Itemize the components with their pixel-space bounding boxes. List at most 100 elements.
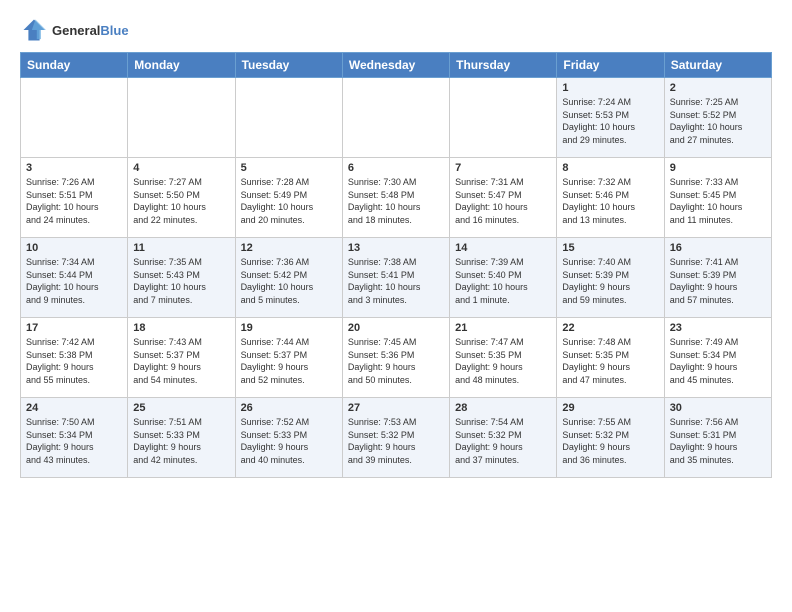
logo-text: GeneralBlue <box>52 23 129 38</box>
day-detail: Sunrise: 7:52 AM Sunset: 5:33 PM Dayligh… <box>241 416 337 466</box>
calendar-cell: 17 Sunrise: 7:42 AM Sunset: 5:38 PM Dayli… <box>21 318 128 398</box>
day-detail: Sunrise: 7:50 AM Sunset: 5:34 PM Dayligh… <box>26 416 122 466</box>
calendar-cell: 21 Sunrise: 7:47 AM Sunset: 5:35 PM Dayli… <box>450 318 557 398</box>
calendar-cell: 16Sunrise: 7:41 AM Sunset: 5:39 PM Dayli… <box>664 238 771 318</box>
day-header-wednesday: Wednesday <box>342 53 449 78</box>
header: GeneralBlue <box>20 16 772 44</box>
page-container: GeneralBlue SundayMondayTuesdayWednesday… <box>0 0 792 488</box>
day-detail: Sunrise: 7:55 AM Sunset: 5:32 PM Dayligh… <box>562 416 658 466</box>
calendar-cell: 24 Sunrise: 7:50 AM Sunset: 5:34 PM Dayli… <box>21 398 128 478</box>
week-row-1: 1 Sunrise: 7:24 AM Sunset: 5:53 PM Daylig… <box>21 78 772 158</box>
day-number: 30 <box>670 402 766 414</box>
day-detail: Sunrise: 7:24 AM Sunset: 5:53 PM Dayligh… <box>562 96 658 146</box>
calendar-cell: 25 Sunrise: 7:51 AM Sunset: 5:33 PM Dayli… <box>128 398 235 478</box>
day-number: 21 <box>455 322 551 334</box>
day-header-monday: Monday <box>128 53 235 78</box>
day-number: 7 <box>455 162 551 174</box>
calendar-cell: 19 Sunrise: 7:44 AM Sunset: 5:37 PM Dayli… <box>235 318 342 398</box>
day-number: 23 <box>670 322 766 334</box>
calendar-cell: 9 Sunrise: 7:33 AM Sunset: 5:45 PM Daylig… <box>664 158 771 238</box>
day-detail: Sunrise: 7:49 AM Sunset: 5:34 PM Dayligh… <box>670 336 766 386</box>
day-header-friday: Friday <box>557 53 664 78</box>
day-header-saturday: Saturday <box>664 53 771 78</box>
day-header-sunday: Sunday <box>21 53 128 78</box>
day-number: 22 <box>562 322 658 334</box>
day-detail: Sunrise: 7:34 AM Sunset: 5:44 PM Dayligh… <box>26 256 122 306</box>
day-number: 17 <box>26 322 122 334</box>
calendar-cell <box>21 78 128 158</box>
day-detail: Sunrise: 7:28 AM Sunset: 5:49 PM Dayligh… <box>241 176 337 226</box>
day-detail: Sunrise: 7:47 AM Sunset: 5:35 PM Dayligh… <box>455 336 551 386</box>
calendar-cell: 29 Sunrise: 7:55 AM Sunset: 5:32 PM Dayli… <box>557 398 664 478</box>
day-detail: Sunrise: 7:33 AM Sunset: 5:45 PM Dayligh… <box>670 176 766 226</box>
calendar-cell <box>450 78 557 158</box>
calendar-cell: 28 Sunrise: 7:54 AM Sunset: 5:32 PM Dayli… <box>450 398 557 478</box>
calendar-cell <box>235 78 342 158</box>
day-detail: Sunrise: 7:56 AM Sunset: 5:31 PM Dayligh… <box>670 416 766 466</box>
calendar-cell: 20 Sunrise: 7:45 AM Sunset: 5:36 PM Dayli… <box>342 318 449 398</box>
day-detail: Sunrise: 7:43 AM Sunset: 5:37 PM Dayligh… <box>133 336 229 386</box>
day-number: 9 <box>670 162 766 174</box>
day-detail: Sunrise: 7:51 AM Sunset: 5:33 PM Dayligh… <box>133 416 229 466</box>
calendar-header-row: SundayMondayTuesdayWednesdayThursdayFrid… <box>21 53 772 78</box>
day-detail: Sunrise: 7:42 AM Sunset: 5:38 PM Dayligh… <box>26 336 122 386</box>
day-number: 18 <box>133 322 229 334</box>
day-number: 11 <box>133 242 229 254</box>
day-number: 20 <box>348 322 444 334</box>
calendar-cell: 2 Sunrise: 7:25 AM Sunset: 5:52 PM Daylig… <box>664 78 771 158</box>
week-row-5: 24 Sunrise: 7:50 AM Sunset: 5:34 PM Dayli… <box>21 398 772 478</box>
week-row-4: 17 Sunrise: 7:42 AM Sunset: 5:38 PM Dayli… <box>21 318 772 398</box>
day-number: 3 <box>26 162 122 174</box>
day-number: 24 <box>26 402 122 414</box>
day-detail: Sunrise: 7:45 AM Sunset: 5:36 PM Dayligh… <box>348 336 444 386</box>
day-number: 10 <box>26 242 122 254</box>
calendar-cell: 1 Sunrise: 7:24 AM Sunset: 5:53 PM Daylig… <box>557 78 664 158</box>
calendar-cell: 22 Sunrise: 7:48 AM Sunset: 5:35 PM Dayli… <box>557 318 664 398</box>
calendar-cell: 5 Sunrise: 7:28 AM Sunset: 5:49 PM Daylig… <box>235 158 342 238</box>
calendar-cell: 3 Sunrise: 7:26 AM Sunset: 5:51 PM Daylig… <box>21 158 128 238</box>
day-detail: Sunrise: 7:38 AM Sunset: 5:41 PM Dayligh… <box>348 256 444 306</box>
day-detail: Sunrise: 7:44 AM Sunset: 5:37 PM Dayligh… <box>241 336 337 386</box>
calendar-cell: 30 Sunrise: 7:56 AM Sunset: 5:31 PM Dayli… <box>664 398 771 478</box>
week-row-2: 3 Sunrise: 7:26 AM Sunset: 5:51 PM Daylig… <box>21 158 772 238</box>
day-number: 5 <box>241 162 337 174</box>
week-row-3: 10 Sunrise: 7:34 AM Sunset: 5:44 PM Dayli… <box>21 238 772 318</box>
day-number: 19 <box>241 322 337 334</box>
day-number: 1 <box>562 82 658 94</box>
day-detail: Sunrise: 7:39 AM Sunset: 5:40 PM Dayligh… <box>455 256 551 306</box>
day-detail: Sunrise: 7:54 AM Sunset: 5:32 PM Dayligh… <box>455 416 551 466</box>
logo: GeneralBlue <box>20 16 129 44</box>
day-number: 12 <box>241 242 337 254</box>
calendar-cell: 26Sunrise: 7:52 AM Sunset: 5:33 PM Dayli… <box>235 398 342 478</box>
day-number: 16 <box>670 242 766 254</box>
calendar-body: 1 Sunrise: 7:24 AM Sunset: 5:53 PM Daylig… <box>21 78 772 478</box>
day-detail: Sunrise: 7:48 AM Sunset: 5:35 PM Dayligh… <box>562 336 658 386</box>
calendar-cell: 10 Sunrise: 7:34 AM Sunset: 5:44 PM Dayli… <box>21 238 128 318</box>
calendar-cell: 7 Sunrise: 7:31 AM Sunset: 5:47 PM Daylig… <box>450 158 557 238</box>
day-number: 4 <box>133 162 229 174</box>
day-detail: Sunrise: 7:35 AM Sunset: 5:43 PM Dayligh… <box>133 256 229 306</box>
calendar-cell: 8Sunrise: 7:32 AM Sunset: 5:46 PM Daylig… <box>557 158 664 238</box>
day-detail: Sunrise: 7:36 AM Sunset: 5:42 PM Dayligh… <box>241 256 337 306</box>
day-number: 25 <box>133 402 229 414</box>
day-header-tuesday: Tuesday <box>235 53 342 78</box>
day-number: 29 <box>562 402 658 414</box>
day-number: 8 <box>562 162 658 174</box>
day-detail: Sunrise: 7:26 AM Sunset: 5:51 PM Dayligh… <box>26 176 122 226</box>
day-number: 14 <box>455 242 551 254</box>
calendar-cell: 27Sunrise: 7:53 AM Sunset: 5:32 PM Dayli… <box>342 398 449 478</box>
day-detail: Sunrise: 7:25 AM Sunset: 5:52 PM Dayligh… <box>670 96 766 146</box>
day-detail: Sunrise: 7:31 AM Sunset: 5:47 PM Dayligh… <box>455 176 551 226</box>
calendar-cell: 14 Sunrise: 7:39 AM Sunset: 5:40 PM Dayli… <box>450 238 557 318</box>
calendar-cell: 4Sunrise: 7:27 AM Sunset: 5:50 PM Daylig… <box>128 158 235 238</box>
day-detail: Sunrise: 7:40 AM Sunset: 5:39 PM Dayligh… <box>562 256 658 306</box>
day-number: 13 <box>348 242 444 254</box>
calendar-cell: 11 Sunrise: 7:35 AM Sunset: 5:43 PM Dayli… <box>128 238 235 318</box>
day-header-thursday: Thursday <box>450 53 557 78</box>
day-number: 28 <box>455 402 551 414</box>
logo-icon <box>20 16 48 44</box>
day-number: 2 <box>670 82 766 94</box>
day-number: 15 <box>562 242 658 254</box>
calendar-table: SundayMondayTuesdayWednesdayThursdayFrid… <box>20 52 772 478</box>
calendar-cell: 23 Sunrise: 7:49 AM Sunset: 5:34 PM Dayli… <box>664 318 771 398</box>
